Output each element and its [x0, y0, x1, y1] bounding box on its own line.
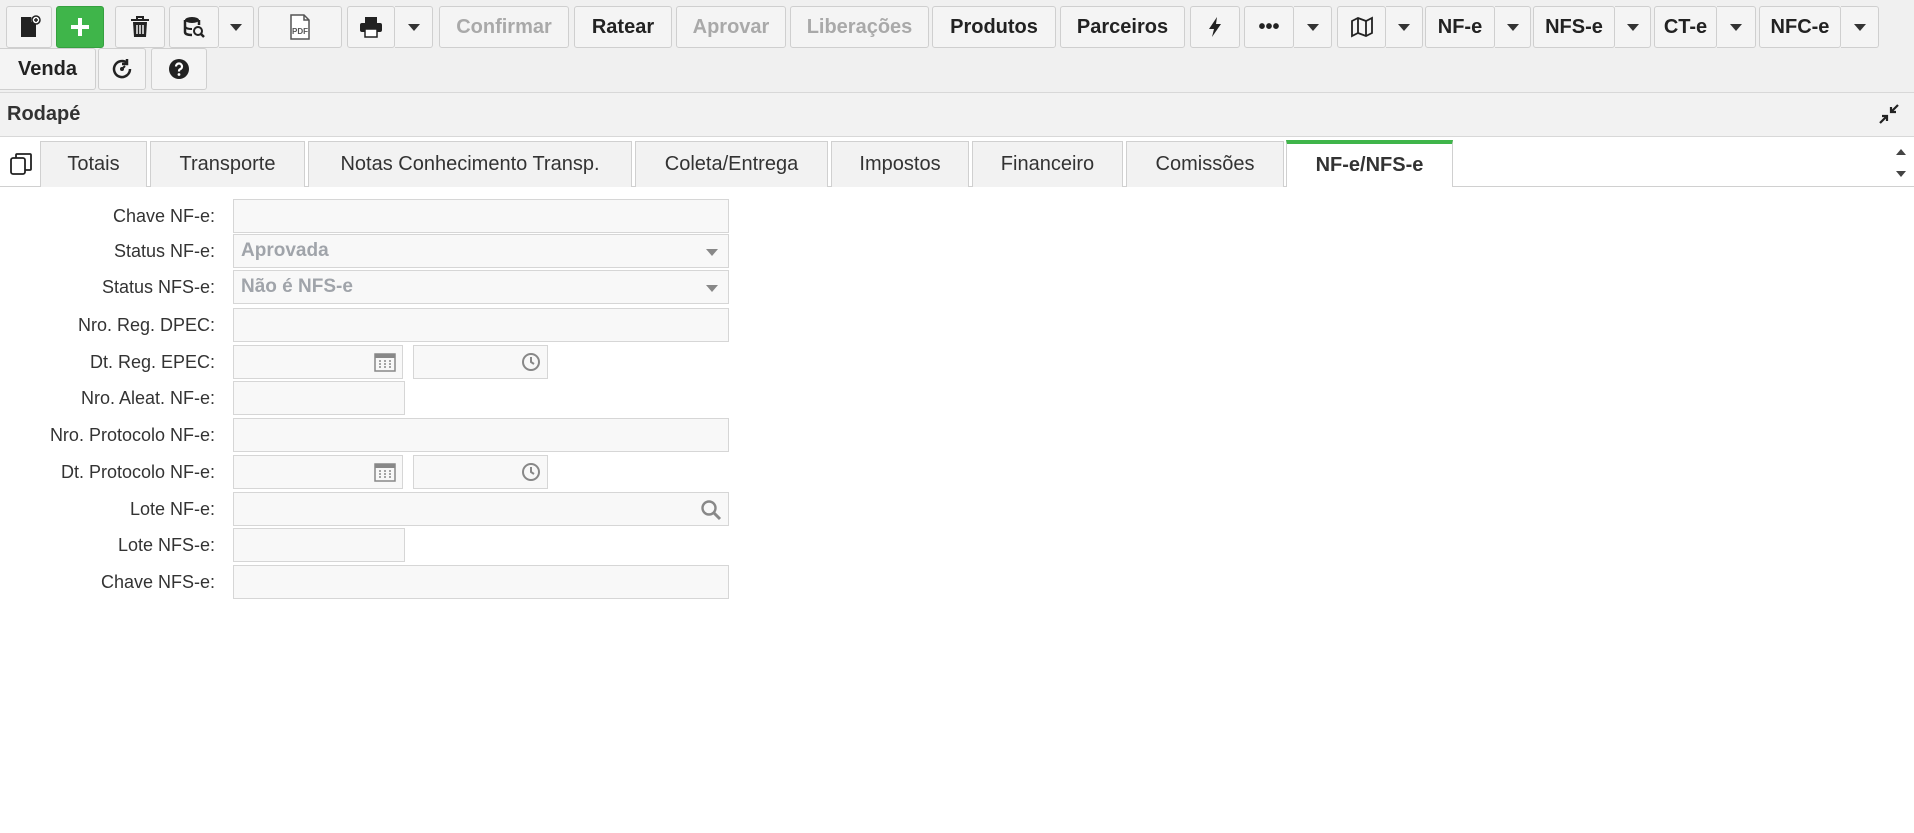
calendar-icon[interactable] — [374, 352, 396, 372]
collapse-icon[interactable] — [1878, 103, 1900, 125]
status-nfe-select[interactable]: Aprovada — [233, 234, 729, 268]
nro-protocolo-nfe-label: Nro. Protocolo NF-e: — [49, 425, 215, 445]
database-search-dropdown[interactable] — [219, 6, 254, 48]
lote-nfse-field[interactable] — [233, 528, 405, 562]
help-button[interactable] — [151, 48, 207, 90]
rodape-section-header: Rodapé — [0, 93, 1914, 137]
database-search-button[interactable] — [169, 6, 219, 48]
status-nfse-label: Status NFS-e: — [101, 277, 215, 297]
tab-impostos[interactable]: Impostos — [831, 141, 969, 187]
nfce-dropdown[interactable] — [1841, 6, 1879, 48]
add-button[interactable] — [56, 6, 104, 48]
tab-transporte[interactable]: Transporte — [150, 141, 305, 187]
venda-button[interactable]: Venda — [0, 48, 96, 90]
tab-comissoes[interactable]: Comissões — [1126, 141, 1284, 187]
print-button[interactable] — [347, 6, 395, 48]
tab-financeiro[interactable]: Financeiro — [972, 141, 1123, 187]
cte-dropdown[interactable] — [1717, 6, 1756, 48]
lightning-icon — [1209, 17, 1221, 37]
dt-reg-epec-time-field[interactable] — [413, 345, 548, 379]
liberacoes-button[interactable]: Liberações — [790, 6, 929, 48]
more-dropdown[interactable] — [1294, 6, 1332, 48]
nro-reg-dpec-label: Nro. Reg. DPEC: — [77, 315, 215, 335]
parceiros-button[interactable]: Parceiros — [1060, 6, 1185, 48]
pdf-button[interactable]: PDF — [258, 6, 342, 48]
lote-nfse-label: Lote NFS-e: — [117, 535, 215, 555]
copy-icon[interactable] — [9, 152, 33, 176]
nro-reg-dpec-field[interactable] — [233, 308, 729, 342]
lote-nfe-label: Lote NF-e: — [129, 499, 215, 519]
nfe-button[interactable]: NF-e — [1425, 6, 1495, 48]
nfe-dropdown[interactable] — [1495, 6, 1531, 48]
nfce-button[interactable]: NFC-e — [1759, 6, 1841, 48]
tab-nfe-nfse[interactable]: NF-e/NFS-e — [1286, 140, 1453, 187]
nfse-dropdown[interactable] — [1615, 6, 1651, 48]
chevron-down-icon — [1506, 23, 1519, 31]
more-button[interactable]: ••• — [1244, 6, 1294, 48]
dt-protocolo-nfe-label: Dt. Protocolo NF-e: — [60, 462, 215, 482]
clock-icon[interactable] — [521, 462, 541, 482]
dt-protocolo-nfe-date-field[interactable] — [233, 455, 403, 489]
tabs-bar: Totais Transporte Notas Conhecimento Tra… — [0, 137, 1914, 187]
chave-nfe-label: Chave NF-e: — [112, 206, 215, 226]
map-button[interactable] — [1337, 6, 1386, 48]
confirmar-button[interactable]: Confirmar — [439, 6, 569, 48]
map-icon — [1350, 16, 1373, 38]
actions-button[interactable] — [1190, 6, 1240, 48]
database-search-icon — [183, 17, 205, 38]
toolbar: PDF Confirmar Ratear Aprovar Liberações … — [0, 0, 1914, 93]
search-icon[interactable] — [700, 499, 722, 521]
tab-coleta-entrega[interactable]: Coleta/Entrega — [635, 141, 828, 187]
nro-aleat-nfe-label: Nro. Aleat. NF-e: — [80, 388, 215, 408]
nfse-button[interactable]: NFS-e — [1533, 6, 1615, 48]
status-nfe-label: Status NF-e: — [113, 241, 215, 261]
chevron-down-icon — [706, 249, 718, 256]
produtos-button[interactable]: Produtos — [932, 6, 1056, 48]
new-document-icon — [21, 15, 41, 37]
chevron-down-icon — [230, 23, 242, 31]
calendar-icon[interactable] — [374, 462, 396, 482]
chevron-down-icon — [1853, 23, 1866, 31]
dt-reg-epec-label: Dt. Reg. EPEC: — [89, 352, 215, 372]
status-nfse-value: Não é NFS-e — [241, 276, 353, 297]
tab-totais[interactable]: Totais — [40, 141, 147, 187]
delete-button[interactable] — [115, 6, 165, 48]
new-document-button[interactable] — [6, 6, 52, 48]
chave-nfse-label: Chave NFS-e: — [100, 572, 215, 592]
clock-icon[interactable] — [521, 352, 541, 372]
print-dropdown[interactable] — [395, 6, 433, 48]
status-nfse-select[interactable]: Não é NFS-e — [233, 270, 729, 304]
tab-scroll-arrows[interactable] — [1894, 143, 1908, 183]
trash-icon — [131, 16, 149, 37]
refresh-icon — [112, 59, 132, 79]
section-title: Rodapé — [7, 103, 81, 125]
dt-reg-epec-date-field[interactable] — [233, 345, 403, 379]
chevron-down-icon — [407, 23, 420, 31]
chevron-down-icon — [1398, 23, 1410, 31]
help-icon — [169, 59, 189, 79]
refresh-button[interactable] — [98, 48, 146, 90]
cte-button[interactable]: CT-e — [1654, 6, 1717, 48]
lote-nfe-field[interactable] — [233, 492, 729, 526]
dt-protocolo-nfe-time-field[interactable] — [413, 455, 548, 489]
tab-notas-conhecimento-transp[interactable]: Notas Conhecimento Transp. — [308, 141, 632, 187]
printer-icon — [360, 17, 382, 38]
ratear-button[interactable]: Ratear — [574, 6, 672, 48]
plus-icon — [71, 18, 89, 36]
chevron-down-icon — [706, 285, 718, 292]
nro-protocolo-nfe-field[interactable] — [233, 418, 729, 452]
chave-nfse-field[interactable] — [233, 565, 729, 599]
map-dropdown[interactable] — [1386, 6, 1423, 48]
pdf-icon-label: PDF — [292, 27, 308, 36]
nro-aleat-nfe-field[interactable] — [233, 381, 405, 415]
chevron-down-icon — [1306, 23, 1319, 31]
chevron-down-icon — [1626, 23, 1639, 31]
chave-nfe-field[interactable] — [233, 199, 729, 233]
status-nfe-value: Aprovada — [241, 240, 329, 261]
chevron-down-icon — [1730, 23, 1742, 31]
aprovar-button[interactable]: Aprovar — [676, 6, 786, 48]
